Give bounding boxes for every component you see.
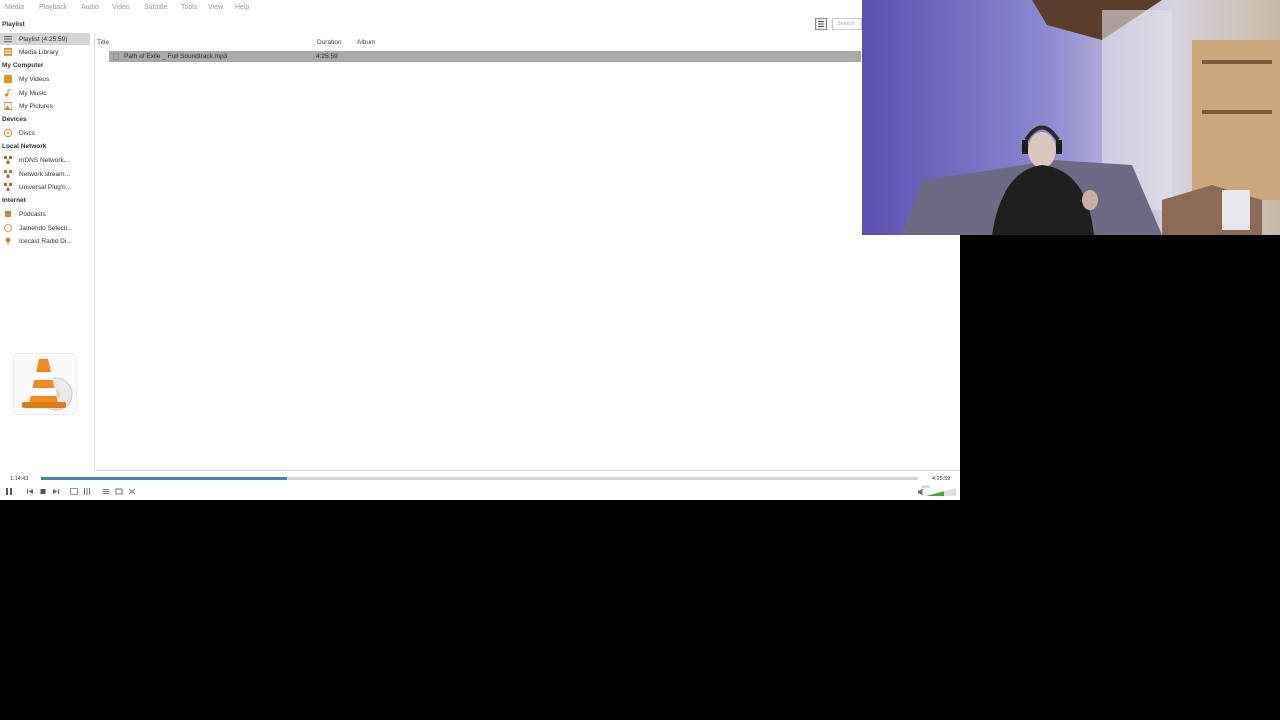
sidebar-item-icecast[interactable]: Icecast Radio Di... [4, 235, 90, 247]
sidebar-item-label: Icecast Radio Di... [19, 237, 72, 245]
sidebar-header-playlist: Playlist [2, 21, 25, 28]
fullscreen-icon [70, 488, 78, 495]
sidebar-item-playlist[interactable]: Playlist (4:25:59) [0, 33, 90, 45]
menu-subtitle[interactable]: Subtitle [144, 4, 167, 11]
shuffle-icon [128, 488, 136, 495]
row-title: Path of Exile _ Full Soundtrack.mp3 [124, 53, 228, 60]
radio-icon [4, 237, 12, 245]
loop-icon [115, 488, 123, 495]
pause-icon [6, 488, 12, 495]
playback-controls [0, 485, 960, 499]
sidebar-item-label: Jamendo Selecti... [19, 224, 73, 232]
jamendo-icon [4, 224, 12, 232]
row-duration: 4:25:59 [316, 53, 338, 60]
table-row[interactable]: Path of Exile _ Full Soundtrack.mp3 4:25… [109, 51, 861, 62]
toggle-playlist-button[interactable] [101, 486, 111, 497]
podcast-icon [4, 210, 12, 218]
volume-control[interactable]: 60% [918, 484, 956, 497]
fullscreen-button[interactable] [69, 486, 79, 497]
sidebar-item-discs[interactable]: Discs [4, 127, 90, 139]
sidebar-header-devices: Devices [2, 116, 27, 123]
pause-button[interactable] [4, 486, 14, 497]
pictures-icon [4, 102, 13, 110]
next-button[interactable] [51, 486, 61, 497]
videos-icon [4, 75, 12, 83]
sidebar-item-network-stream[interactable]: Network stream... [4, 168, 90, 180]
total-time[interactable]: 4:25:59 [932, 476, 950, 482]
menu-media[interactable]: Media [5, 4, 24, 11]
sidebar-item-label: Playlist (4:25:59) [19, 35, 68, 43]
sidebar-item-label: My Videos [19, 75, 50, 83]
sidebar-item-mdns[interactable]: mDNS Network... [4, 154, 90, 166]
network-icon [4, 183, 12, 191]
vlc-window: Media Playback Audio Video Subtitle Tool… [0, 0, 960, 500]
seek-slider[interactable] [41, 477, 918, 480]
skip-forward-icon [53, 489, 59, 494]
menu-bar: Media Playback Audio Video Subtitle Tool… [0, 0, 960, 16]
menu-view[interactable]: View [208, 4, 223, 11]
menu-help[interactable]: Help [235, 4, 249, 11]
shuffle-button[interactable] [127, 486, 137, 497]
sidebar-item-jamendo[interactable]: Jamendo Selecti... [4, 222, 90, 234]
disc-icon [4, 128, 13, 138]
volume-percent: 60% [922, 484, 931, 489]
stop-icon [40, 489, 46, 494]
sidebar-item-label: Podcasts [19, 210, 46, 218]
sidebar-item-upnp[interactable]: Universal Plug'n... [4, 181, 90, 193]
sidebar-item-label: Network stream... [19, 170, 70, 178]
sidebar-item-media-library[interactable]: Media Library [4, 46, 90, 58]
webcam-overlay [862, 0, 1280, 235]
sidebar-header-internet: Internet [2, 197, 26, 204]
loop-button[interactable] [114, 486, 124, 497]
sidebar-header-local-network: Local Network [2, 143, 47, 150]
equalizer-icon [84, 488, 90, 495]
sidebar-item-label: My Pictures [19, 102, 53, 110]
network-icon [4, 156, 12, 164]
media-library-icon [4, 48, 12, 56]
playlist-icon [103, 489, 109, 494]
column-header-title[interactable]: Title [97, 39, 109, 46]
previous-button[interactable] [25, 486, 35, 497]
sidebar-item-my-pictures[interactable]: My Pictures [4, 100, 90, 112]
sidebar-item-label: My Music [19, 89, 47, 97]
speaker-icon [918, 488, 923, 496]
menu-audio[interactable]: Audio [81, 4, 99, 11]
playlist-search-input[interactable]: Search [832, 18, 862, 30]
sidebar-item-label: Discs [19, 129, 35, 137]
column-header-album[interactable]: Album [357, 39, 375, 46]
menu-video[interactable]: Video [112, 4, 130, 11]
seek-progress [41, 477, 288, 480]
music-note-icon [4, 89, 12, 97]
sidebar-item-label: Universal Plug'n... [19, 183, 72, 191]
sidebar-item-label: mDNS Network... [19, 156, 70, 164]
skip-back-icon [27, 489, 33, 494]
sidebar-item-my-videos[interactable]: My Videos [4, 73, 90, 85]
sidebar-item-podcasts[interactable]: Podcasts [4, 208, 90, 220]
network-icon [4, 170, 12, 178]
vlc-cone-logo [14, 354, 76, 414]
playlist-icon [4, 35, 12, 43]
playlist-view: Title Duration Album Path of Exile _ Ful… [94, 34, 960, 471]
elapsed-time: 1:14:43 [10, 476, 29, 482]
column-header-duration[interactable]: Duration [317, 39, 342, 46]
sidebar-header-my-computer: My Computer [2, 62, 44, 69]
menu-playback[interactable]: Playback [39, 4, 67, 11]
sidebar-item-label: Media Library [19, 48, 59, 56]
view-mode-toggle-button[interactable] [815, 18, 827, 30]
menu-tools[interactable]: Tools [181, 4, 197, 11]
playing-indicator-icon [113, 53, 119, 62]
extended-settings-button[interactable] [82, 486, 92, 497]
sidebar-item-my-music[interactable]: My Music [4, 87, 90, 99]
stop-button[interactable] [38, 486, 48, 497]
